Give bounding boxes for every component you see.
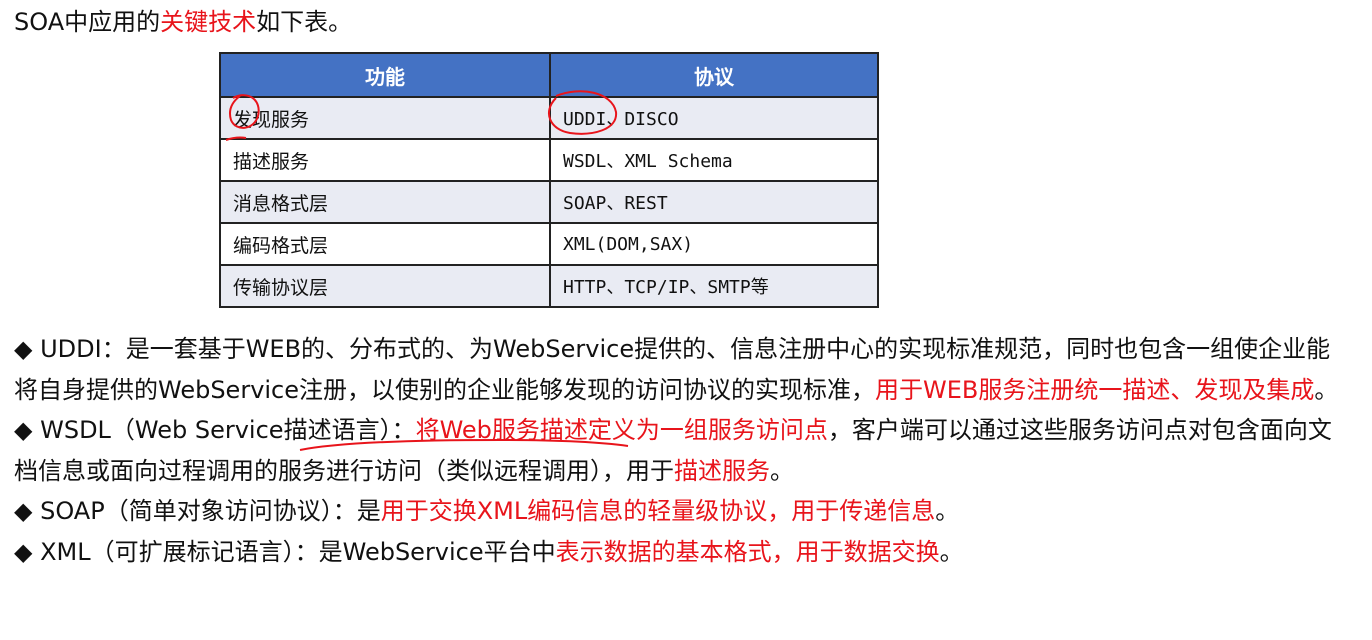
cell-protocol: UDDI、DISCO	[549, 96, 879, 140]
cell-protocol: XML(DOM,SAX)	[549, 222, 879, 266]
title-suffix: 如下表。	[256, 8, 353, 36]
highlight-text: 表示数据的基本格式，用于数据交换	[555, 537, 940, 566]
diamond-bullet-icon: ◆	[14, 537, 33, 566]
diamond-bullet-icon: ◆	[14, 335, 33, 363]
table-header-row: 功能 协议	[219, 52, 879, 98]
table-row: 编码格式层 XML(DOM,SAX)	[219, 222, 879, 266]
table-row: 发现服务 UDDI、DISCO	[219, 96, 879, 140]
text: 。	[770, 456, 794, 485]
cell-function: 编码格式层	[219, 222, 551, 266]
cell-function: 传输协议层	[219, 264, 551, 308]
title-highlight: 关键技术	[160, 8, 257, 36]
header-function: 功能	[219, 52, 551, 98]
text: WSDL（Web Service描述语言）：	[32, 416, 416, 444]
highlight-text: 描述服务	[674, 456, 770, 485]
bullet-list: ◆ UDDI：是一套基于WEB的、分布式的、为WebService提供的、信息注…	[14, 329, 1344, 572]
text: 。	[1314, 375, 1339, 404]
diamond-bullet-icon: ◆	[14, 416, 33, 444]
soa-technology-table: 功能 协议 发现服务 UDDI、DISCO 描述服务 WSDL、XML Schema…	[219, 52, 879, 308]
table-row: 消息格式层 SOAP、REST	[219, 180, 879, 224]
cell-protocol: SOAP、REST	[549, 180, 879, 224]
text: XML（可扩展标记语言）：是WebService平台中	[32, 537, 556, 566]
bullet-xml: ◆ XML（可扩展标记语言）：是WebService平台中表示数据的基本格式，用…	[14, 532, 1344, 573]
table-row: 描述服务 WSDL、XML Schema	[219, 138, 879, 182]
cell-protocol: WSDL、XML Schema	[549, 138, 879, 182]
text: 。	[935, 497, 960, 525]
highlight-text: 将Web服务描述定义为一组服务访问点	[415, 416, 828, 444]
text: 。	[939, 537, 964, 566]
bullet-wsdl: ◆ WSDL（Web Service描述语言）：将Web服务描述定义为一组服务访…	[14, 410, 1344, 491]
slide-title: SOA中应用的关键技术如下表。	[14, 4, 352, 40]
cell-function: 发现服务	[219, 96, 551, 140]
text: SOAP（简单对象访问协议）：是	[32, 497, 381, 525]
bullet-soap: ◆ SOAP（简单对象访问协议）：是用于交换XML编码信息的轻量级协议，用于传递…	[14, 491, 1344, 532]
bullet-uddi: ◆ UDDI：是一套基于WEB的、分布式的、为WebService提供的、信息注…	[14, 329, 1344, 410]
header-protocol: 协议	[549, 52, 879, 98]
cell-protocol: HTTP、TCP/IP、SMTP等	[549, 264, 879, 308]
cell-function: 消息格式层	[219, 180, 551, 224]
cell-function: 描述服务	[219, 138, 551, 182]
highlight-text: 用于交换XML编码信息的轻量级协议，用于传递信息	[380, 497, 936, 525]
title-text: SOA中应用的	[14, 8, 161, 36]
highlight-text: 用于WEB服务注册统一描述、发现及集成	[875, 375, 1315, 404]
table-row: 传输协议层 HTTP、TCP/IP、SMTP等	[219, 264, 879, 308]
diamond-bullet-icon: ◆	[14, 497, 33, 525]
